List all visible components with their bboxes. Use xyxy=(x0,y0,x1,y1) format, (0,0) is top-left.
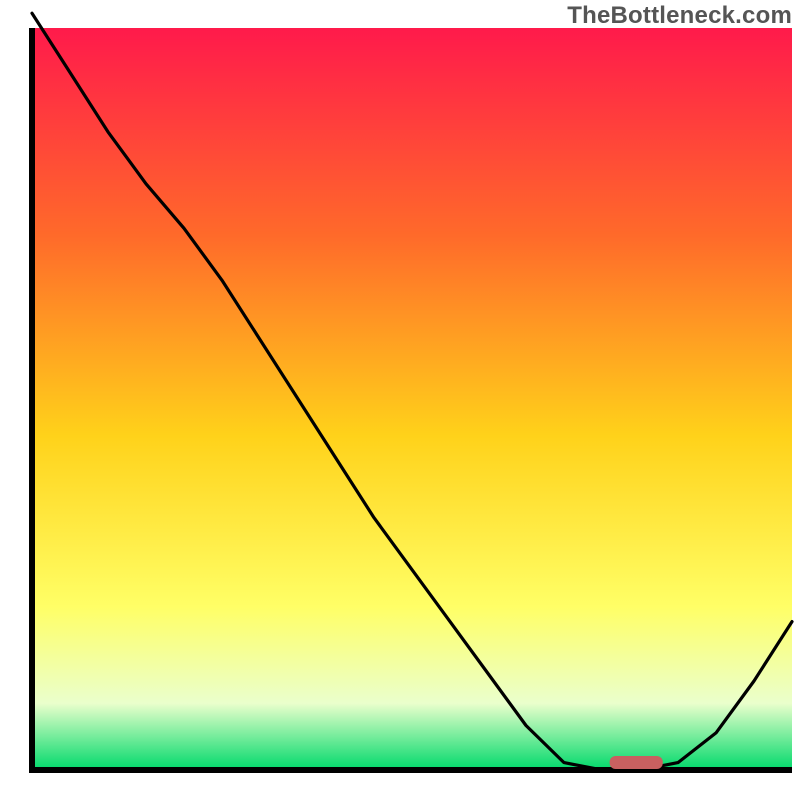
bottleneck-chart xyxy=(0,0,800,800)
chart-frame: TheBottleneck.com xyxy=(0,0,800,800)
optimum-marker xyxy=(610,756,663,769)
watermark-text: TheBottleneck.com xyxy=(567,2,792,30)
gradient-background xyxy=(32,28,792,770)
